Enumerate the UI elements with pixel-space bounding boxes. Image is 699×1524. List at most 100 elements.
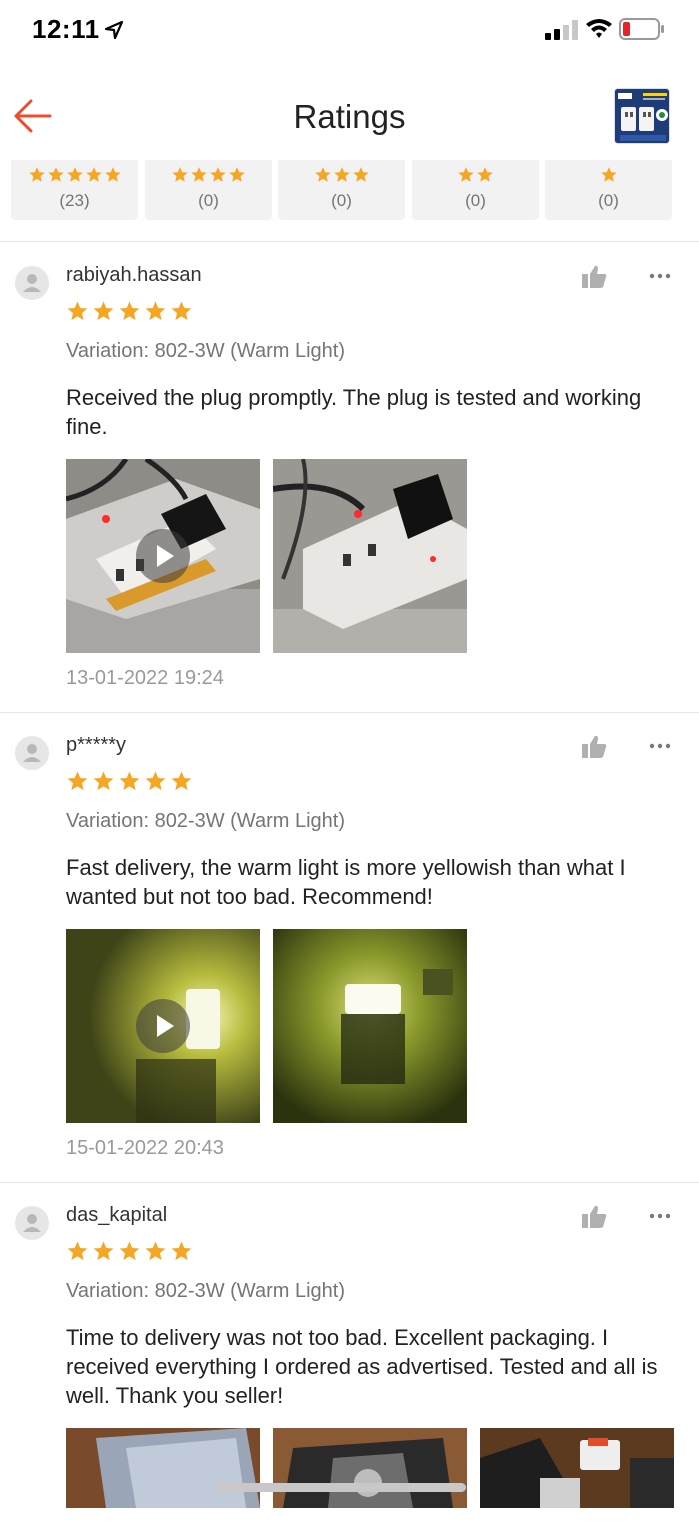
review-media bbox=[66, 929, 467, 1123]
star-icon bbox=[171, 301, 192, 321]
star-icon bbox=[67, 1241, 88, 1261]
avatar[interactable] bbox=[15, 266, 49, 300]
star-icon bbox=[171, 1241, 192, 1261]
star-icon bbox=[352, 167, 369, 182]
review-photo[interactable] bbox=[273, 1428, 467, 1508]
filter-3-stars[interactable]: (0) bbox=[278, 160, 405, 220]
review-variation: Variation: 802-3W (Warm Light) bbox=[66, 340, 345, 362]
reviewer-username: rabiyah.hassan bbox=[66, 264, 202, 286]
star-icon bbox=[67, 301, 88, 321]
star-icon bbox=[119, 1241, 140, 1261]
user-avatar-icon bbox=[23, 1214, 41, 1232]
user-avatar-icon bbox=[23, 274, 41, 292]
review-item: p*****y Variation: 802-3W (Warm Light) F… bbox=[0, 712, 699, 1182]
review-stars bbox=[66, 300, 193, 322]
reviewer-username: p*****y bbox=[66, 734, 127, 756]
review-item: rabiyah.hassan Variation: 802-3W (Warm L… bbox=[0, 242, 699, 712]
star-icon bbox=[145, 301, 166, 321]
location-arrow-icon bbox=[104, 20, 124, 40]
star-icon bbox=[145, 771, 166, 791]
star-icon bbox=[47, 167, 64, 182]
home-indicator bbox=[216, 1483, 466, 1492]
star-icon bbox=[171, 771, 192, 791]
more-options-icon[interactable] bbox=[649, 742, 671, 750]
filter-1-star[interactable]: (0) bbox=[545, 160, 672, 220]
product-image-icon bbox=[615, 89, 669, 143]
star-icon bbox=[28, 167, 45, 182]
thumbs-up-icon[interactable] bbox=[580, 734, 608, 760]
review-photo[interactable] bbox=[273, 459, 467, 653]
photo-thumbnail-icon bbox=[273, 459, 467, 653]
avatar[interactable] bbox=[15, 1206, 49, 1240]
star-icon bbox=[145, 1241, 166, 1261]
review-photo[interactable] bbox=[273, 929, 467, 1123]
chip-stars bbox=[278, 166, 405, 184]
review-stars bbox=[66, 770, 193, 792]
photo-thumbnail-icon bbox=[273, 929, 467, 1123]
photo-thumbnail-icon bbox=[66, 1428, 260, 1508]
review-variation: Variation: 802-3W (Warm Light) bbox=[66, 810, 345, 832]
chip-count: (23) bbox=[59, 191, 90, 210]
star-icon bbox=[104, 167, 121, 182]
filter-4-stars[interactable]: (0) bbox=[145, 160, 272, 220]
thumbs-up-icon[interactable] bbox=[580, 1204, 608, 1230]
cellular-signal-icon bbox=[545, 20, 578, 40]
review-timestamp: 13-01-2022 19:24 bbox=[66, 667, 224, 689]
more-options-icon[interactable] bbox=[649, 1212, 671, 1220]
wifi-icon bbox=[586, 19, 612, 38]
filter-2-stars[interactable]: (0) bbox=[412, 160, 539, 220]
star-icon bbox=[600, 167, 617, 182]
play-button[interactable] bbox=[136, 529, 190, 583]
more-options-icon[interactable] bbox=[649, 272, 671, 280]
star-icon bbox=[119, 771, 140, 791]
chip-count: (0) bbox=[465, 191, 486, 210]
chip-count: (0) bbox=[598, 191, 619, 210]
star-icon bbox=[85, 167, 102, 182]
star-icon bbox=[93, 771, 114, 791]
star-icon bbox=[333, 167, 350, 182]
star-icon bbox=[93, 1241, 114, 1261]
status-bar: 12:11 bbox=[0, 0, 699, 60]
rating-filter-row: (23) (0) (0) (0) (0) bbox=[11, 160, 691, 222]
review-text: Time to delivery was not too bad. Excell… bbox=[66, 1325, 658, 1408]
status-time: 12:11 bbox=[32, 14, 100, 44]
product-thumbnail[interactable] bbox=[614, 88, 670, 144]
review-photo[interactable] bbox=[480, 1428, 674, 1508]
review-text: Fast delivery, the warm light is more ye… bbox=[66, 855, 626, 909]
chip-stars bbox=[145, 166, 272, 184]
review-text: Received the plug promptly. The plug is … bbox=[66, 385, 642, 439]
star-icon bbox=[191, 167, 207, 182]
review-video[interactable] bbox=[66, 929, 260, 1123]
review-item: das_kapital Variation: 802-3W (Warm Ligh… bbox=[0, 1182, 699, 1512]
star-icon bbox=[93, 301, 114, 321]
star-icon bbox=[458, 167, 474, 182]
chip-count: (0) bbox=[331, 191, 352, 210]
photo-thumbnail-icon bbox=[480, 1428, 674, 1508]
filter-5-stars[interactable]: (23) bbox=[11, 160, 138, 220]
avatar[interactable] bbox=[15, 736, 49, 770]
star-icon bbox=[477, 167, 493, 182]
star-icon bbox=[210, 167, 226, 182]
play-icon bbox=[157, 545, 174, 567]
star-icon bbox=[67, 771, 88, 791]
user-avatar-icon bbox=[23, 744, 41, 762]
star-icon bbox=[119, 301, 140, 321]
review-photo[interactable] bbox=[66, 1428, 260, 1508]
chip-stars bbox=[11, 166, 138, 184]
review-media bbox=[66, 459, 467, 653]
star-icon bbox=[229, 167, 245, 182]
chip-stars bbox=[545, 166, 672, 184]
thumbs-up-icon[interactable] bbox=[580, 264, 608, 290]
review-media bbox=[66, 1428, 674, 1508]
star-icon bbox=[314, 167, 331, 182]
photo-thumbnail-icon bbox=[273, 1428, 467, 1508]
play-button[interactable] bbox=[136, 999, 190, 1053]
chip-stars bbox=[412, 166, 539, 184]
battery-icon bbox=[619, 18, 664, 40]
star-icon bbox=[172, 167, 188, 182]
header: Ratings bbox=[0, 70, 699, 160]
review-video[interactable] bbox=[66, 459, 260, 653]
review-variation: Variation: 802-3W (Warm Light) bbox=[66, 1280, 345, 1302]
play-icon bbox=[157, 1015, 174, 1037]
review-timestamp: 15-01-2022 20:43 bbox=[66, 1137, 224, 1159]
